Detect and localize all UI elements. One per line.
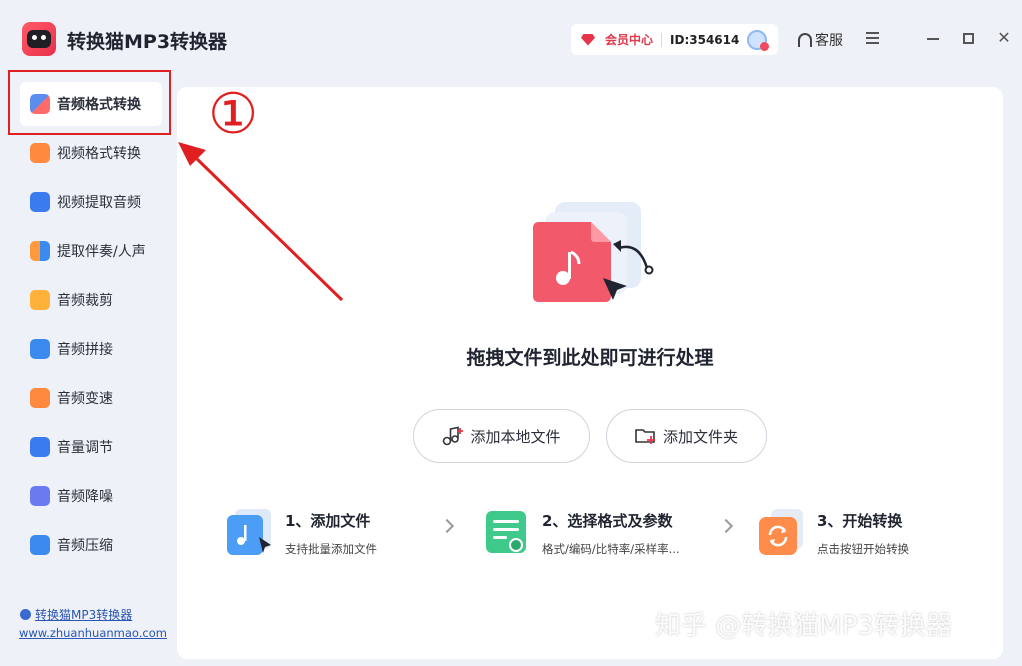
- sidebar-item-label: 音频拼接: [57, 342, 113, 358]
- chevron-right-icon: [439, 518, 455, 534]
- avatar[interactable]: [747, 29, 770, 51]
- music-add-icon: [443, 426, 464, 446]
- drop-zone-panel[interactable]: 拖拽文件到此处即可进行处理 添加本地文件 添加文件夹 1、添加文件 支持批量添加…: [177, 87, 1003, 659]
- user-id: ID:354614: [670, 32, 740, 47]
- menu-icon[interactable]: [866, 32, 879, 44]
- merge-icon: [30, 339, 50, 359]
- sidebar-item-extract-audio[interactable]: 视频提取音频: [20, 180, 162, 224]
- drop-hint-text: 拖拽文件到此处即可进行处理: [466, 347, 714, 369]
- step-add-file: 1、添加文件 支持批量添加文件: [225, 507, 377, 557]
- scissors-icon: [30, 290, 50, 310]
- maximize-icon[interactable]: [963, 33, 974, 44]
- app-title: 转换猫MP3转换器: [67, 31, 228, 53]
- sidebar-item-video-convert[interactable]: 视频格式转换: [20, 131, 162, 175]
- add-local-file-label: 添加本地文件: [470, 427, 561, 446]
- sidebar-item-denoise[interactable]: 音频降噪: [20, 474, 162, 518]
- step-subtitle: 格式/编码/比特率/采样率...: [542, 542, 680, 556]
- volume-icon: [30, 437, 50, 457]
- speed-icon: [30, 388, 50, 408]
- headset-icon: [798, 33, 812, 47]
- title-bar: 转换猫MP3转换器 会员中心 ID:354614 客服 ✕: [0, 0, 1022, 80]
- convert-step-icon: [759, 509, 803, 555]
- customer-service-button[interactable]: 客服: [798, 30, 843, 50]
- sidebar-item-label: 音频降噪: [57, 489, 113, 505]
- sidebar-item-extract-vocals[interactable]: 提取伴奏/人声: [20, 229, 162, 273]
- sidebar: 音频格式转换 视频格式转换 视频提取音频 提取伴奏/人声 音频裁剪 音频拼接 音…: [0, 80, 176, 666]
- sidebar-item-volume[interactable]: 音量调节: [20, 425, 162, 469]
- step-title: 3、开始转换: [817, 512, 903, 530]
- denoise-icon: [30, 486, 50, 506]
- step-subtitle: 支持批量添加文件: [285, 542, 377, 556]
- diamond-icon: [581, 34, 595, 46]
- format-step-icon: [486, 511, 526, 553]
- sidebar-item-label: 视频提取音频: [57, 195, 141, 211]
- step-subtitle: 点击按钮开始转换: [817, 542, 909, 556]
- sidebar-item-label: 提取伴奏/人声: [57, 244, 146, 260]
- step-title: 2、选择格式及参数: [542, 512, 673, 530]
- minimize-icon[interactable]: [927, 38, 939, 40]
- vip-center-link[interactable]: 会员中心: [605, 31, 653, 48]
- step-start-convert: 3、开始转换 点击按钮开始转换: [757, 507, 909, 557]
- footer-website-link[interactable]: www.zhuanhuanmao.com: [19, 626, 167, 640]
- vip-separator: [661, 32, 663, 47]
- sidebar-item-label: 音频裁剪: [57, 293, 113, 309]
- annotation-highlight-box: [8, 70, 171, 135]
- drop-file-illustration: [533, 202, 654, 302]
- sidebar-item-label: 视频格式转换: [57, 146, 141, 162]
- add-file-step-icon: [227, 509, 271, 555]
- chevron-right-icon: [718, 518, 734, 534]
- video-convert-icon: [30, 143, 50, 163]
- sidebar-item-label: 音频变速: [57, 391, 113, 407]
- watermark-text: 知乎 @转换猫MP3转换器: [655, 611, 952, 641]
- annotation-step-marker: ①: [208, 82, 259, 147]
- step-select-format: 2、选择格式及参数 格式/编码/比特率/采样率...: [482, 507, 680, 557]
- footer-app-link-label: 转换猫MP3转换器: [35, 608, 133, 622]
- add-local-file-button[interactable]: 添加本地文件: [413, 409, 590, 463]
- customer-service-label: 客服: [815, 33, 843, 49]
- footer-app-link[interactable]: 转换猫MP3转换器: [20, 606, 132, 623]
- close-icon[interactable]: ✕: [996, 30, 1012, 46]
- sidebar-item-label: 音量调节: [57, 440, 113, 456]
- vip-center-box[interactable]: 会员中心 ID:354614: [571, 24, 778, 55]
- add-folder-button[interactable]: 添加文件夹: [606, 409, 767, 463]
- sidebar-item-audio-trim[interactable]: 音频裁剪: [20, 278, 162, 322]
- sidebar-item-compress[interactable]: 音频压缩: [20, 523, 162, 567]
- sidebar-item-audio-merge[interactable]: 音频拼接: [20, 327, 162, 371]
- add-folder-label: 添加文件夹: [662, 427, 738, 446]
- sidebar-item-label: 音频压缩: [57, 538, 113, 554]
- app-logo-icon: [22, 22, 56, 56]
- extract-vocals-icon: [30, 241, 50, 261]
- folder-add-icon: [635, 429, 655, 444]
- extract-audio-icon: [30, 192, 50, 212]
- compress-icon: [30, 535, 50, 555]
- step-title: 1、添加文件: [285, 512, 371, 530]
- sidebar-item-audio-speed[interactable]: 音频变速: [20, 376, 162, 420]
- paw-icon: [20, 609, 31, 620]
